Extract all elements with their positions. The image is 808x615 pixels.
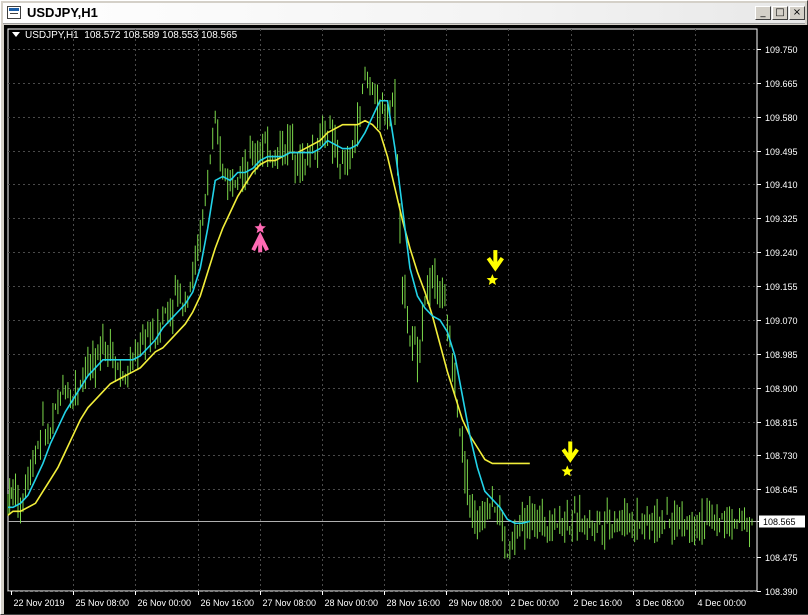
minimize-button[interactable]: _ <box>755 6 771 20</box>
y-tick-label: 108.730 <box>765 451 798 461</box>
chart-window: USDJPY,H1 _ □ × 109.750 109.665 109.580 109… <box>0 0 808 615</box>
y-tick-label: 108.390 <box>765 587 798 597</box>
y-tick-label: 109.070 <box>765 316 798 326</box>
current-price-label: 108.565 <box>763 517 796 527</box>
x-tick-label: 27 Nov 08:00 <box>263 598 317 608</box>
title-bar[interactable]: USDJPY,H1 _ □ × <box>3 3 805 24</box>
x-tick-label: 22 Nov 2019 <box>14 598 65 608</box>
y-tick-label: 109.665 <box>765 79 798 89</box>
y-tick-label: 109.580 <box>765 113 798 123</box>
price-chart[interactable]: 109.750 109.665 109.580 109.495 109.410 109.3… <box>4 25 808 614</box>
ma-fast-line <box>8 99 531 525</box>
buy-signal-star <box>254 222 266 234</box>
chart-canvas[interactable]: 109.750 109.665 109.580 109.495 109.410 109.3… <box>4 25 808 614</box>
x-tick-label: 2 Dec 16:00 <box>574 598 623 608</box>
x-tick-label: 3 Dec 08:00 <box>636 598 685 608</box>
ohlc-values: 108.572 108.589 108.553 108.565 <box>84 30 238 41</box>
y-tick-label: 108.900 <box>765 384 798 394</box>
chart-info-line: USDJPY,H1 108.572 108.589 108.553 108.56… <box>12 30 237 41</box>
y-tick-label: 108.985 <box>765 350 798 360</box>
x-tick-label: 28 Nov 16:00 <box>387 598 441 608</box>
dropdown-triangle-icon[interactable] <box>12 32 20 37</box>
y-tick-label: 108.815 <box>765 418 798 428</box>
window-title: USDJPY,H1 <box>27 5 98 20</box>
ma-slow-line <box>7 119 530 516</box>
y-tick-label: 109.155 <box>765 282 798 292</box>
chart-symbol: USDJPY,H1 <box>25 30 79 41</box>
x-tick-label: 25 Nov 08:00 <box>76 598 130 608</box>
sell-signal-star <box>486 274 499 285</box>
maximize-button[interactable]: □ <box>772 6 788 20</box>
y-tick-label: 109.495 <box>765 147 798 157</box>
y-tick-label: 109.410 <box>765 180 798 190</box>
x-tick-label: 29 Nov 08:00 <box>449 598 503 608</box>
y-tick-label: 108.645 <box>765 485 798 495</box>
y-tick-label: 109.325 <box>765 214 798 224</box>
x-tick-label: 4 Dec 00:00 <box>698 598 747 608</box>
x-tick-label: 26 Nov 00:00 <box>138 598 192 608</box>
y-tick-label: 108.475 <box>765 553 798 563</box>
x-tick-label: 2 Dec 00:00 <box>511 598 560 608</box>
x-tick-label: 28 Nov 00:00 <box>325 598 379 608</box>
x-tick-label: 26 Nov 16:00 <box>201 598 255 608</box>
y-tick-label: 109.750 <box>765 45 798 55</box>
close-button[interactable]: × <box>789 6 805 20</box>
y-tick-label: 109.240 <box>765 248 798 258</box>
chart-window-icon <box>7 6 21 19</box>
